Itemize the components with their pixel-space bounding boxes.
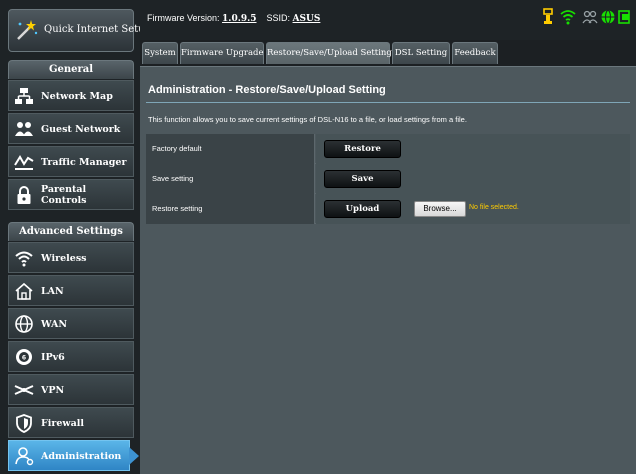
row-value-cell: Save xyxy=(316,164,630,194)
status-bar: Firmware Version: 1.0.9.5 SSID: ASUS xyxy=(140,0,636,40)
sidebar-item-wan[interactable]: WAN xyxy=(8,308,134,339)
internet-status-icon[interactable] xyxy=(600,8,616,26)
network-map-icon xyxy=(15,88,33,104)
usb-status-icon[interactable] xyxy=(542,8,554,26)
tab-restore-save-upload[interactable]: Restore/Save/Upload Setting xyxy=(266,42,392,64)
sidebar-item-wireless[interactable]: Wireless xyxy=(8,242,134,273)
administration-icon xyxy=(15,447,34,466)
ssid-label: SSID: xyxy=(266,13,291,23)
sidebar-item-label: LAN xyxy=(41,286,64,297)
settings-table: Factory default Restore Save setting Sav… xyxy=(146,134,630,224)
tab-dsl-setting[interactable]: DSL Setting xyxy=(392,42,450,64)
tab-bar: System Firmware Upgrade Restore/Save/Upl… xyxy=(140,40,636,66)
table-row-save-setting: Save setting Save xyxy=(146,164,630,194)
row-label-cell: Factory default xyxy=(146,134,315,164)
row-label: Factory default xyxy=(152,144,202,153)
save-button[interactable]: Save xyxy=(324,170,401,188)
status-icons xyxy=(542,8,630,26)
clients-status-icon[interactable] xyxy=(582,8,598,26)
sidebar-item-guest-network[interactable]: Guest Network xyxy=(8,113,134,144)
svg-text:6: 6 xyxy=(22,355,26,362)
sidebar-item-label: Firewall xyxy=(41,418,84,429)
ssid-link[interactable]: ASUS xyxy=(293,14,321,24)
sidebar-item-parental-controls[interactable]: Parental Controls xyxy=(8,179,134,210)
general-section-header: General xyxy=(8,60,134,79)
row-label-cell: Save setting xyxy=(146,164,315,194)
main-content: Administration - Restore/Save/Upload Set… xyxy=(140,66,636,474)
sidebar-item-label: Wireless xyxy=(41,253,87,264)
page-description: This function allows you to save current… xyxy=(148,115,467,124)
tab-feedback[interactable]: Feedback xyxy=(452,42,498,64)
sidebar-item-label: WAN xyxy=(41,319,68,330)
guest-network-icon xyxy=(15,122,33,136)
row-value-cell: Upload Browse... No file selected. xyxy=(316,194,630,224)
lock-icon xyxy=(17,186,31,204)
restore-button[interactable]: Restore xyxy=(324,140,401,158)
sidebar-item-label: Guest Network xyxy=(41,124,121,135)
active-indicator-arrow xyxy=(129,447,139,465)
globe-icon xyxy=(15,315,33,333)
lan-icon xyxy=(15,282,33,300)
dsl-status-icon[interactable] xyxy=(618,8,630,26)
sidebar-item-label: Parental Controls xyxy=(41,184,87,206)
ipv6-icon: 6 xyxy=(16,349,32,365)
sidebar-item-vpn[interactable]: VPN xyxy=(8,374,134,405)
browse-file-button[interactable]: Browse... xyxy=(414,201,466,217)
vpn-icon xyxy=(14,385,34,395)
row-label-cell: Restore setting xyxy=(146,194,315,224)
magic-wand-icon xyxy=(17,20,38,40)
row-label: Save setting xyxy=(152,174,194,183)
firmware-version-link[interactable]: 1.0.9.5 xyxy=(222,14,256,24)
sidebar-item-label: VPN xyxy=(41,385,65,396)
tab-firmware-upgrade[interactable]: Firmware Upgrade xyxy=(180,42,264,64)
wifi-status-icon[interactable] xyxy=(560,8,576,26)
table-row-restore-setting: Restore setting Upload Browse... No file… xyxy=(146,194,630,224)
sidebar-item-ipv6[interactable]: 6 IPv6 xyxy=(8,341,134,372)
file-status-text: No file selected. xyxy=(469,204,519,211)
quick-internet-setup-button[interactable]: Quick Internet Setup xyxy=(8,9,151,52)
page-title: Administration - Restore/Save/Upload Set… xyxy=(148,84,386,96)
row-value-cell: Restore xyxy=(316,134,630,164)
sidebar-item-firewall[interactable]: Firewall xyxy=(8,407,134,438)
table-row-factory-default: Factory default Restore xyxy=(146,134,630,164)
firmware-info: Firmware Version: 1.0.9.5 SSID: ASUS xyxy=(147,13,320,24)
advanced-settings-section-header: Advanced Settings xyxy=(8,222,134,241)
sidebar-item-traffic-manager[interactable]: Traffic Manager xyxy=(8,146,134,177)
row-label: Restore setting xyxy=(152,204,203,213)
sidebar-item-label: Administration xyxy=(41,451,122,462)
sidebar-item-administration[interactable]: Administration xyxy=(8,440,139,471)
traffic-manager-icon xyxy=(14,155,34,170)
title-divider xyxy=(146,102,630,103)
sidebar-item-label: IPv6 xyxy=(41,352,65,363)
sidebar-item-lan[interactable]: LAN xyxy=(8,275,134,306)
quick-internet-setup-label: Quick Internet Setup xyxy=(44,24,151,35)
sidebar-item-network-map[interactable]: Network Map xyxy=(8,80,134,111)
upload-button[interactable]: Upload xyxy=(324,200,401,218)
wireless-icon xyxy=(15,251,33,267)
sidebar-item-label: Traffic Manager xyxy=(41,157,127,168)
sidebar: Quick Internet Setup General Network Map… xyxy=(0,0,151,474)
firmware-label: Firmware Version: xyxy=(147,13,220,23)
shield-icon xyxy=(16,414,32,433)
sidebar-item-label: Network Map xyxy=(41,91,113,102)
tab-system[interactable]: System xyxy=(142,42,178,64)
